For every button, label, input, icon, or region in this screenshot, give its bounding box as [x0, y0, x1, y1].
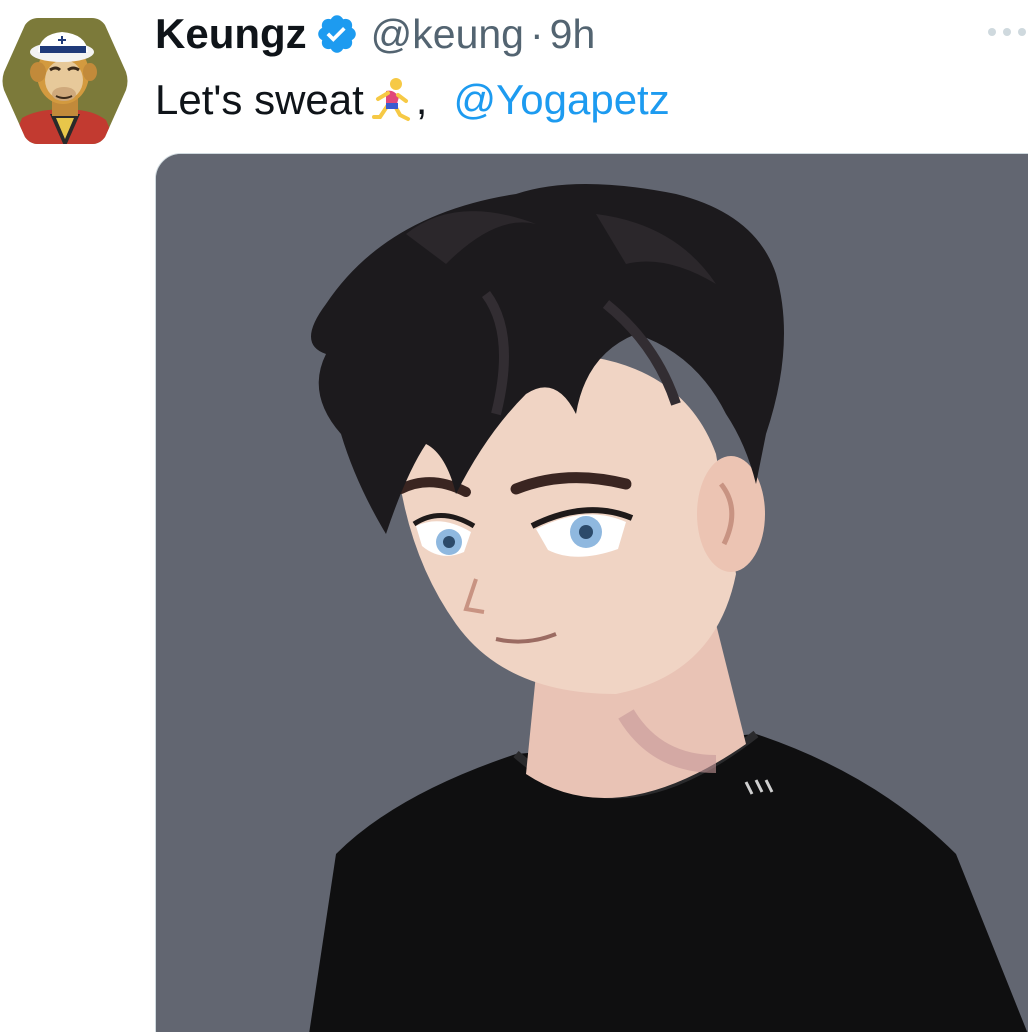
tweet-text-content: Let's sweat	[155, 76, 364, 123]
person-running-emoji-icon	[366, 75, 416, 125]
author-avatar[interactable]	[0, 14, 130, 148]
tweet-text-punct: ,	[415, 76, 428, 123]
bored-ape-avatar-icon	[2, 18, 128, 144]
mention-link[interactable]: @Yogapetz	[453, 76, 669, 124]
verified-badge-icon	[315, 12, 359, 56]
author-display-name[interactable]: Keungz	[155, 10, 307, 58]
header-separator: ·	[530, 10, 544, 57]
tweet-header: Keungz @keung · 9h	[155, 8, 595, 60]
anime-boy-illustration-icon	[156, 154, 1028, 1032]
tweet-media-image[interactable]	[155, 153, 1028, 1032]
tweet[interactable]: Keungz @keung · 9h Let's sweat , @Yogape…	[0, 0, 1028, 1032]
tweet-text: Let's sweat , @Yogapetz	[155, 74, 670, 126]
author-handle[interactable]: @keung	[371, 11, 524, 58]
more-options-icon[interactable]	[986, 22, 1028, 42]
tweet-timestamp[interactable]: 9h	[550, 11, 596, 58]
